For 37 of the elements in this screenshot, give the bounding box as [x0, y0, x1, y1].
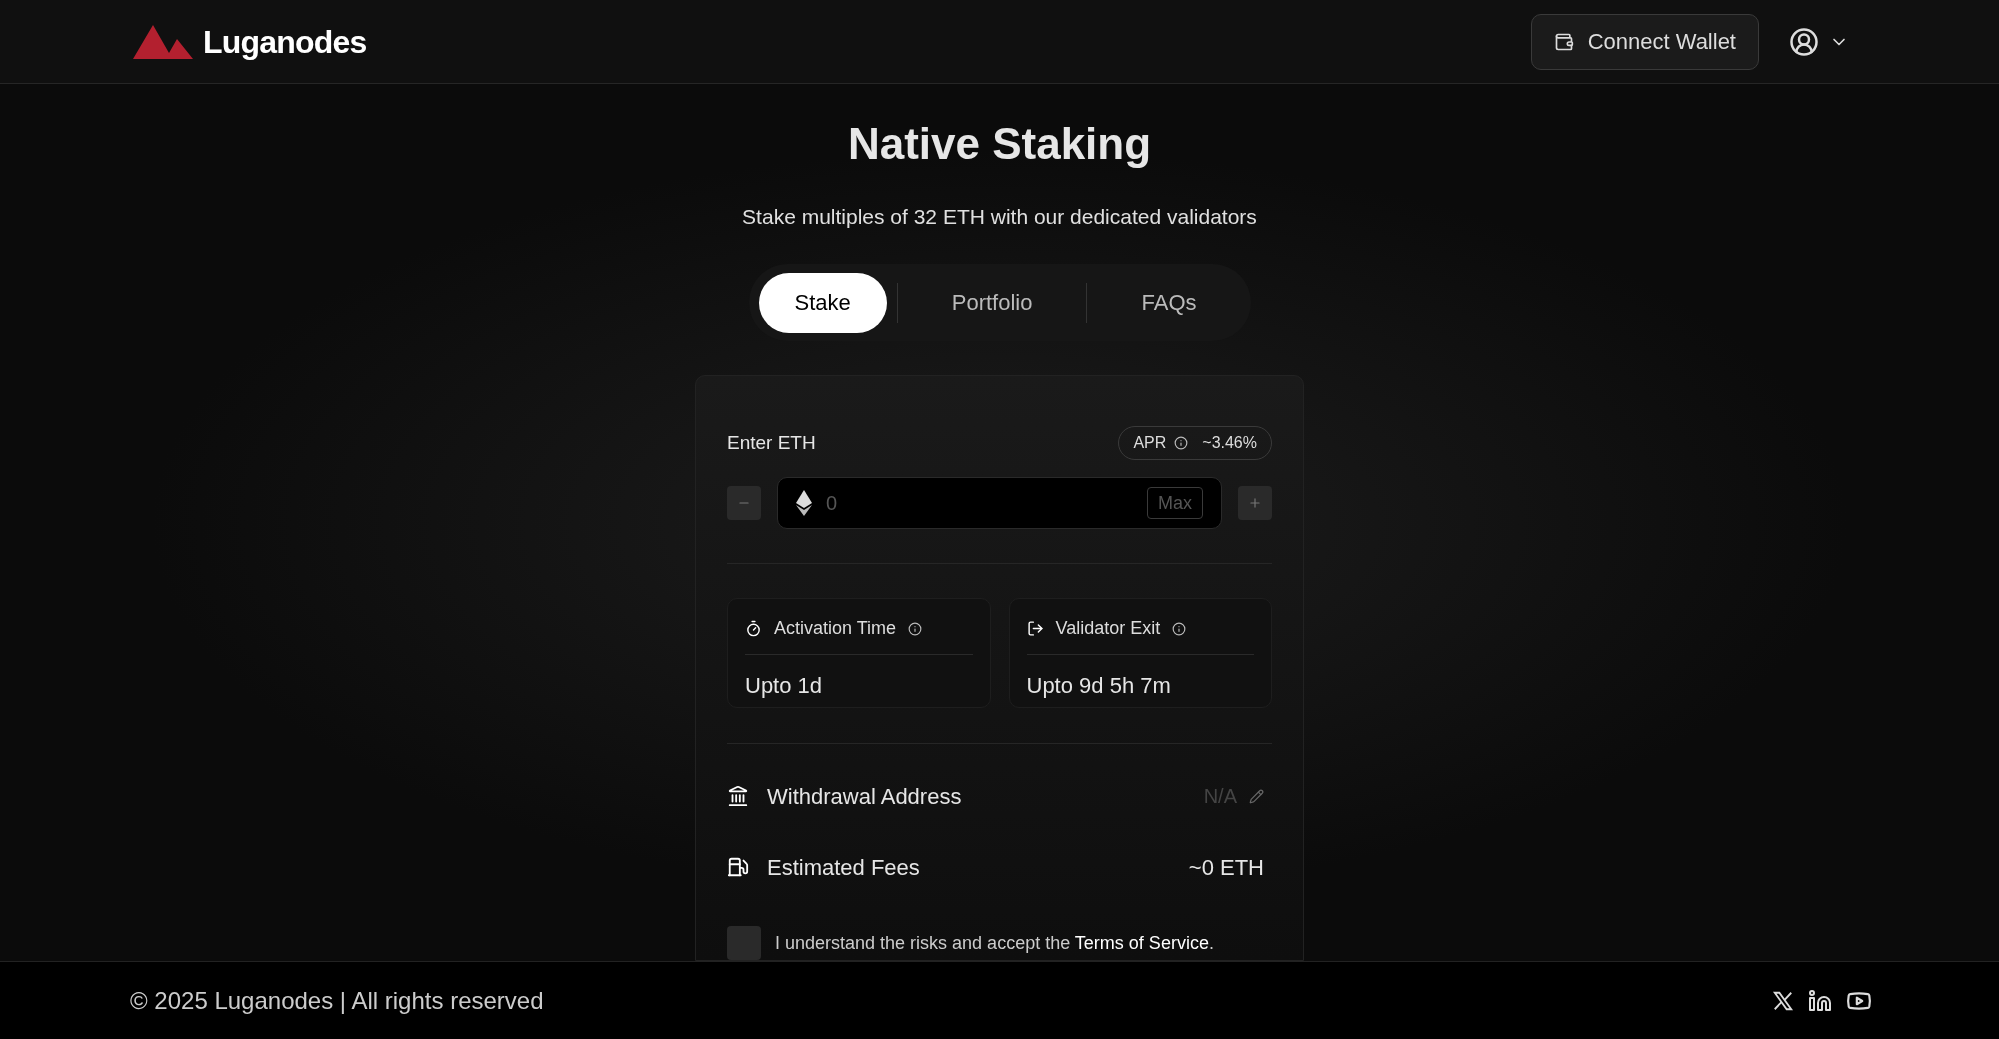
info-icon[interactable]: [1172, 621, 1187, 636]
copyright-text: © 2025 Luganodes | All rights reserved: [130, 985, 544, 1016]
row-value: ~0 ETH: [1188, 853, 1264, 882]
tab[interactable]: Stake: [758, 272, 887, 333]
stopwatch-icon: [745, 620, 762, 637]
tab[interactable]: FAQs: [1097, 272, 1241, 333]
terms-text: I understand the risks and accept the Terms of Service.: [775, 931, 1214, 955]
info-value: Upto 9d 5h 7m: [1026, 672, 1172, 700]
terms-link[interactable]: Terms of Service: [1074, 932, 1209, 953]
info-icon[interactable]: [1174, 436, 1189, 450]
bank-icon: [727, 785, 749, 807]
fuel-pump-icon: [727, 856, 749, 878]
brand-name: Luganodes: [203, 22, 367, 62]
amount-input[interactable]: 0: [826, 488, 1133, 518]
info-title: Validator Exit: [1055, 617, 1161, 640]
plus-icon: [1248, 496, 1262, 510]
edit-icon[interactable]: [1249, 788, 1264, 804]
ethereum-icon: [796, 490, 812, 516]
linkedin-icon[interactable]: [1808, 988, 1832, 1013]
exit-icon: [1026, 620, 1044, 637]
field-label: Enter ETH: [727, 430, 816, 455]
apr-label: APR: [1133, 433, 1167, 453]
connect-wallet-button[interactable]: Connect Wallet: [1530, 13, 1759, 70]
info-icon[interactable]: [908, 621, 923, 636]
wallet-icon: [1553, 31, 1574, 52]
info-value: Upto 1d: [745, 672, 824, 700]
tab[interactable]: Portfolio: [907, 272, 1077, 333]
x-logo-icon[interactable]: [1772, 989, 1794, 1012]
user-icon: [1789, 26, 1819, 57]
mountain-logo-icon: [133, 24, 193, 59]
row-label: Withdrawal Address: [767, 782, 962, 811]
terms-checkbox[interactable]: [727, 926, 761, 960]
page-subtitle: Stake multiples of 32 ETH with our dedicated validators: [742, 204, 1257, 230]
page-title: Native Staking: [847, 118, 1152, 170]
row-label: Estimated Fees: [767, 853, 920, 882]
info-title: Activation Time: [774, 617, 897, 640]
apr-value: ~3.46%: [1202, 433, 1257, 453]
